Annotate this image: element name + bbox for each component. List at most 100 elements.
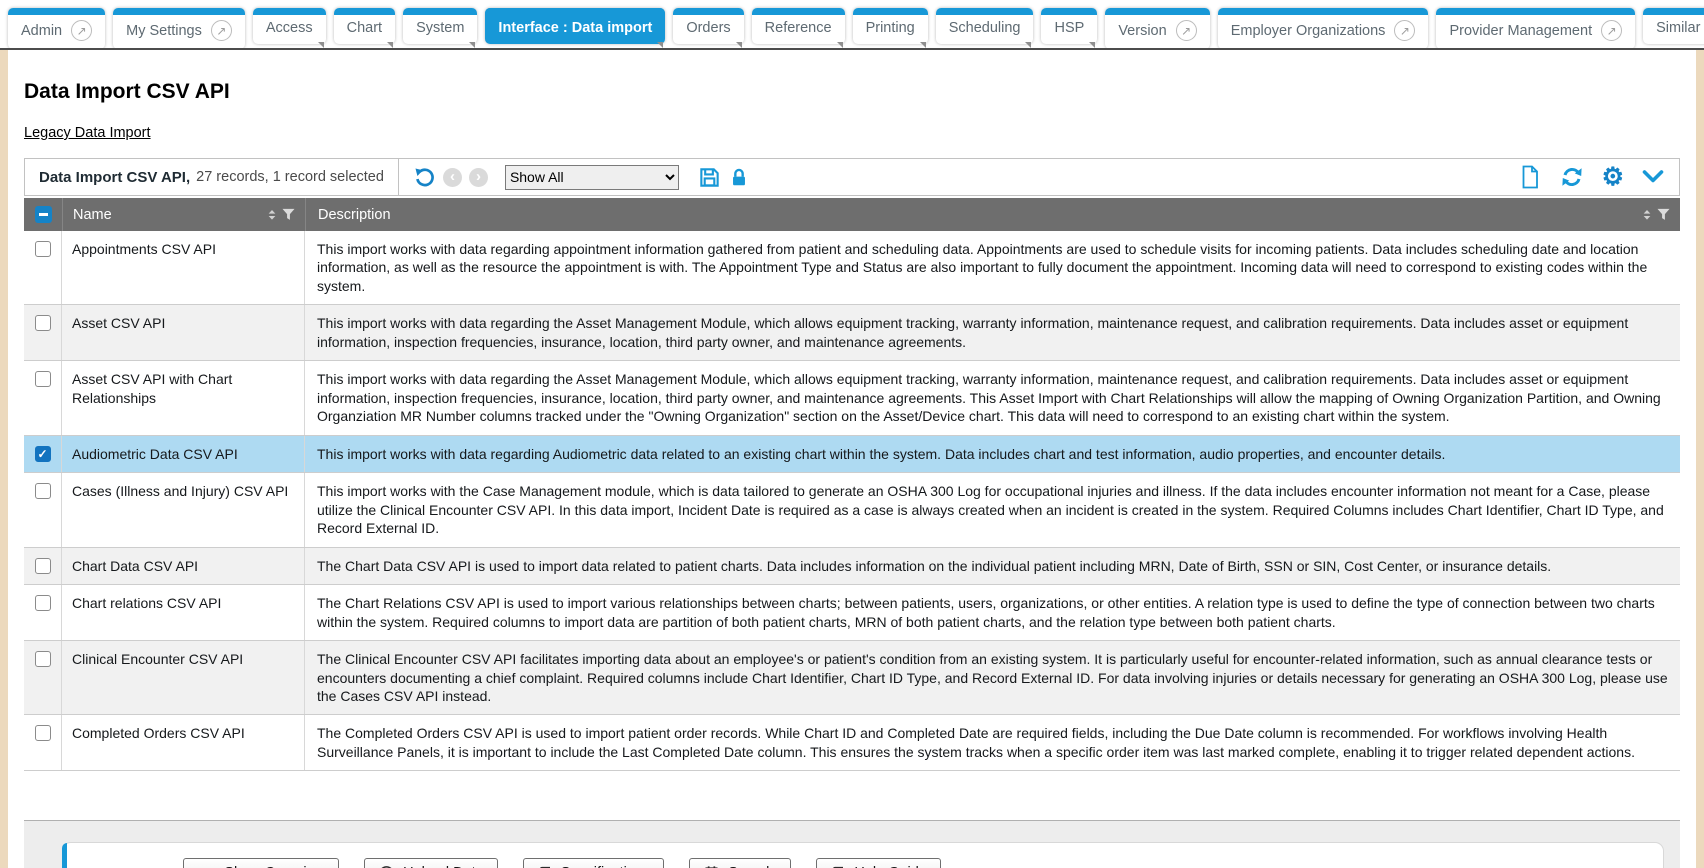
row-checkbox[interactable] [35,595,51,611]
filter-select[interactable]: Show All [505,165,679,190]
row-name[interactable]: Asset CSV API [62,305,305,360]
sample-button[interactable]: Sample [689,858,791,868]
tab-label: Scheduling [949,20,1021,36]
tab-label: Provider Management [1449,23,1592,39]
tab-system[interactable]: System [403,8,477,44]
tab-orders[interactable]: Orders [673,8,743,44]
tab-chart[interactable]: Chart [334,8,395,44]
tab-label: Version [1118,23,1166,39]
column-label: Name [73,207,112,223]
tab-label: Interface : Data import [498,20,652,36]
tab-bar: Admin↗ My Settings↗ Access Chart System … [0,0,1704,50]
tab-admin[interactable]: Admin↗ [8,8,105,49]
tab-printing[interactable]: Printing [853,8,928,44]
tab-label: Employer Organizations [1231,23,1386,39]
help-guide-button[interactable]: Help Guide [816,858,941,868]
tab-reference[interactable]: Reference [752,8,845,44]
tab-top-bar [485,8,665,15]
row-name[interactable]: Audiometric Data CSV API [62,436,305,472]
new-record-icon[interactable] [1518,164,1542,190]
row-name[interactable]: Chart relations CSV API [62,585,305,640]
row-checkbox[interactable] [35,241,51,257]
row-name[interactable]: Cases (Illness and Injury) CSV API [62,473,305,546]
refresh-icon[interactable] [1559,165,1585,189]
row-checkbox-checked[interactable]: ✓ [35,446,51,462]
tab-top-bar [8,8,105,15]
table-row-selected[interactable]: ✓ Audiometric Data CSV API This import w… [24,436,1680,473]
tab-top-bar [253,8,326,15]
row-description: This import works with data regarding Au… [305,436,1680,472]
column-header-description[interactable]: Description [305,198,1680,231]
save-icon[interactable] [698,166,721,189]
previous-record-icon[interactable]: ‹ [443,168,462,187]
select-all-checkbox[interactable] [35,206,52,223]
list-toolbar: Data Import CSV API, 27 records, 1 recor… [24,158,1680,196]
external-link-icon[interactable]: ↗ [71,20,92,41]
row-checkbox[interactable] [35,483,51,499]
tab-hsp[interactable]: HSP [1041,8,1097,44]
legacy-data-import-link[interactable]: Legacy Data Import [24,125,151,141]
row-description: The Chart Data CSV API is used to import… [305,548,1680,584]
list-title: Data Import CSV API, [39,169,190,186]
specifications-button[interactable]: Specifications [523,858,664,868]
next-record-icon[interactable]: › [469,168,488,187]
tab-similar-exposure-groups[interactable]: Similar Exposure Groups (SE [1643,8,1704,44]
tab-version[interactable]: Version ↗ [1105,8,1209,49]
record-summary: Data Import CSV API, 27 records, 1 recor… [25,159,399,195]
row-name[interactable]: Completed Orders CSV API [62,715,305,770]
filter-icon[interactable] [280,206,297,223]
row-description: This import works with data regarding th… [305,361,1680,434]
tab-interface-data-import[interactable]: Interface : Data import [485,8,665,44]
row-name[interactable]: Chart Data CSV API [62,548,305,584]
table-row[interactable]: Chart Data CSV API The Chart Data CSV AP… [24,548,1680,585]
column-header-name[interactable]: Name [62,198,305,231]
external-link-icon[interactable]: ↗ [1601,20,1622,41]
records-count: 27 records, 1 record selected [196,169,384,185]
data-import-card: Data Import Show Overview Upload Data Sp… [62,842,1664,868]
row-checkbox[interactable] [35,558,51,574]
row-checkbox[interactable] [35,371,51,387]
row-name[interactable]: Appointments CSV API [62,231,305,304]
show-overview-button[interactable]: Show Overview [183,858,339,868]
tab-top-bar [853,8,928,15]
tab-provider-management[interactable]: Provider Management ↗ [1436,8,1635,49]
row-checkbox[interactable] [35,725,51,741]
sort-icon[interactable] [264,206,280,224]
tab-employer-organizations[interactable]: Employer Organizations ↗ [1218,8,1429,49]
tab-top-bar [752,8,845,15]
external-link-icon[interactable]: ↗ [211,20,232,41]
row-name[interactable]: Clinical Encounter CSV API [62,641,305,714]
tab-access[interactable]: Access [253,8,326,44]
sort-icon[interactable] [1639,206,1655,224]
row-description: The Completed Orders CSV API is used to … [305,715,1680,770]
table-row[interactable]: Chart relations CSV API The Chart Relati… [24,585,1680,641]
external-link-icon[interactable]: ↗ [1394,20,1415,41]
tab-label: Access [266,20,313,36]
table-row[interactable]: Cases (Illness and Injury) CSV API This … [24,473,1680,547]
tab-top-bar [1643,8,1704,15]
tab-label: System [416,20,464,36]
chevron-down-icon[interactable] [1641,167,1665,187]
lock-icon[interactable] [728,166,750,189]
tab-label: Chart [347,20,382,36]
row-name[interactable]: Asset CSV API with Chart Relationships [62,361,305,434]
gear-icon[interactable]: ⚙ [1602,165,1624,190]
tab-scheduling[interactable]: Scheduling [936,8,1034,44]
filter-icon[interactable] [1655,206,1672,223]
table-row[interactable]: Clinical Encounter CSV API The Clinical … [24,641,1680,715]
tab-label: Orders [686,20,730,36]
external-link-icon[interactable]: ↗ [1176,20,1197,41]
tab-my-settings[interactable]: My Settings↗ [113,8,245,49]
table-row[interactable]: Asset CSV API This import works with dat… [24,305,1680,361]
table-row[interactable]: Asset CSV API with Chart Relationships T… [24,361,1680,435]
upload-data-button[interactable]: Upload Data [364,858,498,868]
tab-top-bar [673,8,743,15]
table-row[interactable]: Completed Orders CSV API The Completed O… [24,715,1680,771]
table-row[interactable]: Appointments CSV API This import works w… [24,231,1680,305]
tab-top-bar [1218,8,1429,15]
table-header: Name Description [24,198,1680,231]
row-checkbox[interactable] [35,315,51,331]
row-checkbox[interactable] [35,651,51,667]
tab-top-bar [1041,8,1097,15]
undo-icon[interactable] [413,166,436,189]
